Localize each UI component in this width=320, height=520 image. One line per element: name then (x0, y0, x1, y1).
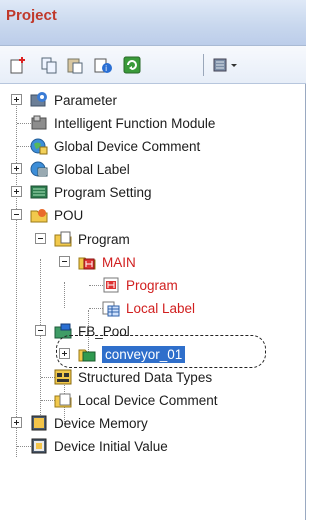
tree-item-label: Local Label (126, 300, 196, 316)
tree-item-local-device-comment[interactable]: Local Device Comment (54, 389, 218, 411)
properties-icon[interactable]: i (94, 56, 112, 74)
program-folder-icon (54, 231, 72, 247)
tree-line (41, 400, 55, 401)
tree-line (17, 146, 31, 147)
tree-item-label: Local Device Comment (78, 392, 218, 408)
copy-icon[interactable] (40, 56, 58, 74)
program-file-icon (103, 277, 119, 293)
global-label-icon (30, 161, 48, 177)
tree-item-device-memory[interactable]: Device Memory (30, 412, 148, 434)
toolbar-separator (203, 54, 204, 76)
local-comment-icon (54, 393, 72, 408)
new-item-icon[interactable] (10, 56, 28, 74)
tree-item-main[interactable]: MAIN (78, 251, 136, 273)
tree-line (40, 259, 41, 423)
tree-item-label: Device Memory (54, 415, 148, 431)
svg-text:i: i (105, 64, 107, 73)
tree-line (16, 102, 17, 457)
tree-item-program-setting[interactable]: Program Setting (30, 181, 152, 203)
paste-icon[interactable] (66, 56, 84, 74)
tree-item-label: Program (78, 231, 130, 247)
project-panel: Project i Parameter Intelligent Function… (0, 0, 320, 520)
expand-parameter[interactable] (11, 94, 22, 105)
tree-item-pou[interactable]: POU (30, 204, 83, 226)
collapse-main[interactable] (59, 256, 70, 267)
module-icon (31, 115, 47, 130)
panel-title: Project (6, 7, 57, 24)
local-label-icon (102, 301, 120, 317)
tree-item-local-label[interactable]: Local Label (102, 297, 195, 319)
tree-line (41, 377, 55, 378)
tree-item-structured-data-types[interactable]: Structured Data Types (54, 366, 212, 388)
parameter-icon (30, 92, 47, 107)
tree-item-parameter[interactable]: Parameter (30, 89, 117, 111)
tree-line (89, 308, 103, 309)
tree-item-intelligent-function-module[interactable]: Intelligent Function Module (30, 112, 215, 134)
tree-line (17, 123, 31, 124)
collapse-fb-pool[interactable] (35, 325, 46, 336)
expand-device-memory[interactable] (11, 417, 22, 428)
collapse-program-folder[interactable] (35, 233, 46, 244)
tree-item-program-folder[interactable]: Program (54, 228, 130, 250)
tree-item-label: Intelligent Function Module (54, 115, 216, 131)
project-toolbar: i (0, 46, 306, 84)
tree-item-label: MAIN (102, 254, 136, 270)
structured-data-icon (54, 369, 72, 385)
tree-item-program-file[interactable]: Program (102, 274, 178, 296)
tree-item-label: Program (126, 277, 178, 293)
tree-item-device-initial-value[interactable]: Device Initial Value (30, 435, 168, 457)
global-comment-icon (30, 138, 48, 155)
tree-item-global-label[interactable]: Global Label (30, 158, 130, 180)
tree-item-label: Structured Data Types (78, 369, 213, 385)
device-memory-icon (31, 415, 47, 431)
expand-program-setting[interactable] (11, 186, 22, 197)
device-initial-value-icon (31, 438, 47, 454)
main-program-icon (78, 257, 96, 270)
panel-title-bar: Project (0, 0, 306, 46)
selection-highlight-ring (56, 335, 266, 368)
tree-item-label: POU (54, 207, 84, 223)
collapse-pou[interactable] (11, 209, 22, 220)
tree-line (89, 285, 103, 286)
tree-line (64, 282, 65, 308)
refresh-icon[interactable] (123, 56, 141, 74)
pou-folder-icon (30, 209, 48, 223)
tree-item-label: Program Setting (54, 184, 152, 200)
tree-line (17, 446, 31, 447)
program-setting-icon (30, 185, 48, 199)
project-tree: Parameter Intelligent Function Module Gl… (0, 85, 306, 520)
expand-global-label[interactable] (11, 163, 22, 174)
tree-item-label: Device Initial Value (54, 438, 168, 454)
tree-item-global-device-comment[interactable]: Global Device Comment (30, 135, 200, 157)
tree-item-label: Parameter (54, 92, 118, 108)
tree-item-label: Global Device Comment (54, 138, 201, 154)
tools-dropdown-icon[interactable] (212, 56, 240, 74)
tree-item-label: Global Label (54, 161, 130, 177)
